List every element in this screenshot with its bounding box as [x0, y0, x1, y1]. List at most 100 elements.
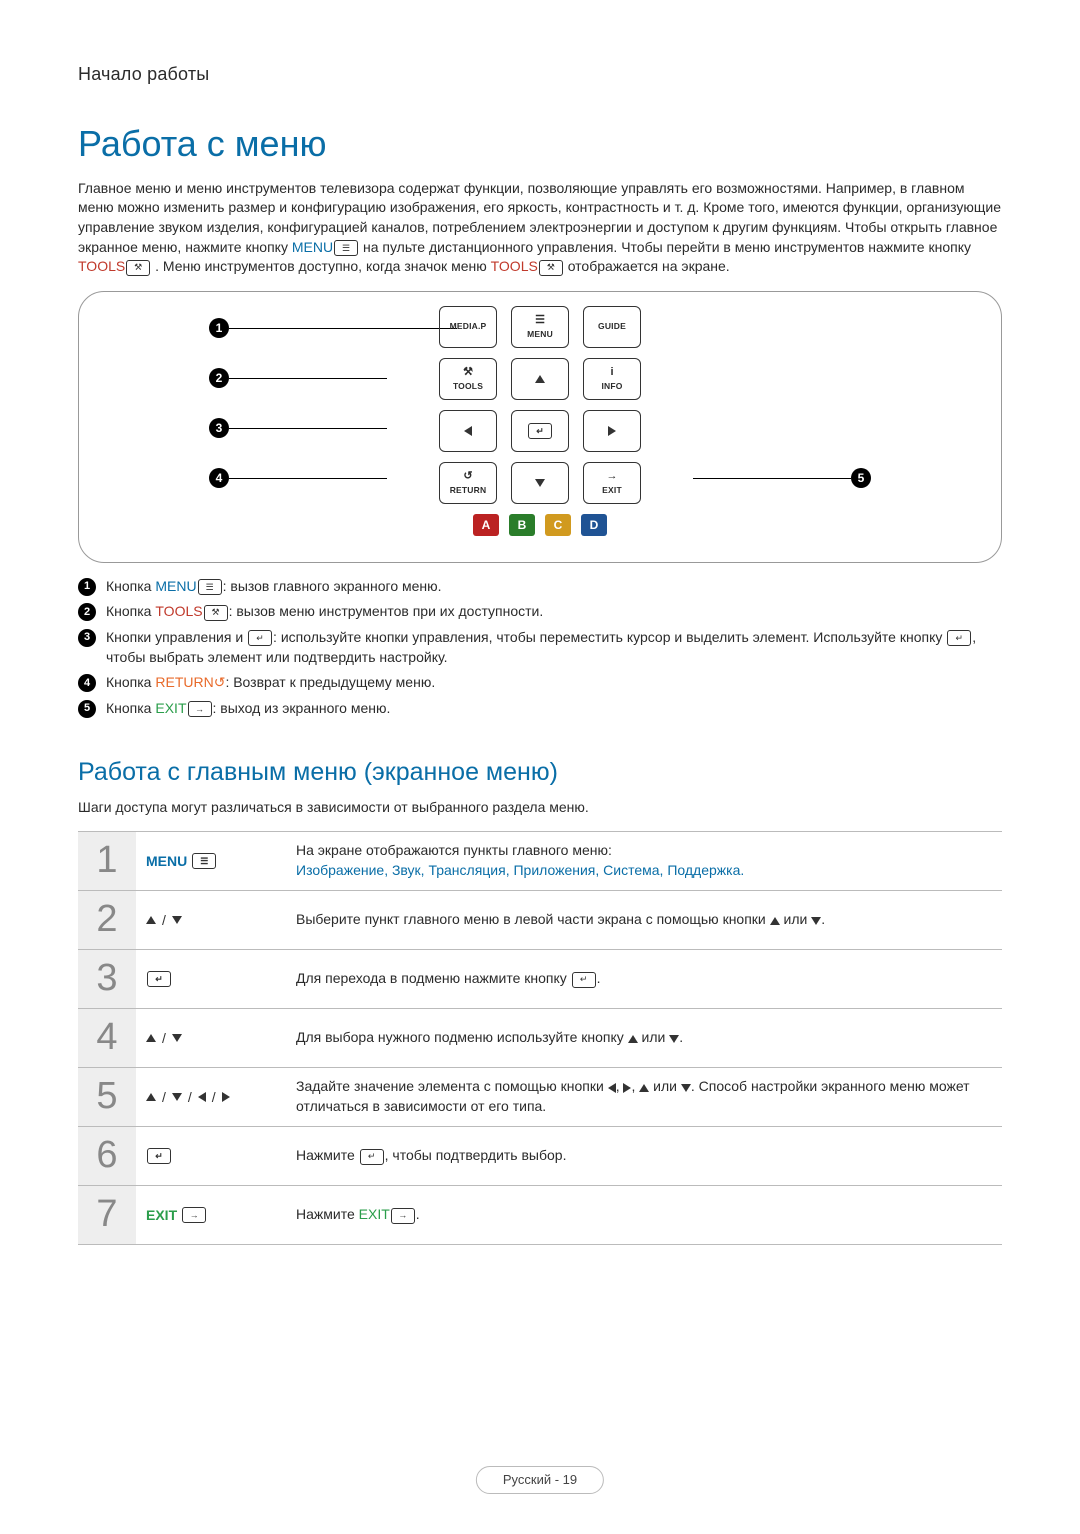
- step-number: 5: [78, 1068, 136, 1126]
- remote-left-button: [439, 410, 497, 452]
- section-header: Начало работы: [78, 62, 1002, 86]
- up-arrow-icon: [146, 1034, 156, 1042]
- legend-item: 2 Кнопка TOOLS⚒: вызов меню инструментов …: [78, 602, 1002, 622]
- legend-text: Кнопка RETURN↺: Возврат к предыдущему ме…: [106, 673, 1002, 693]
- step-number: 1: [78, 832, 136, 890]
- menu-icon: ☰: [192, 853, 216, 869]
- left-arrow-icon: [198, 1092, 206, 1102]
- step-key: EXIT→: [136, 1186, 296, 1244]
- legend-text: Кнопка MENU☰: вызов главного экранного м…: [106, 577, 1002, 597]
- enter-icon: ↵: [528, 423, 552, 439]
- marker-line: [693, 478, 851, 479]
- tools-icon: ⚒: [126, 260, 150, 276]
- step-number: 2: [78, 891, 136, 949]
- color-b-button: B: [509, 514, 535, 536]
- enter-icon: ↵: [147, 971, 171, 987]
- color-a-button: A: [473, 514, 499, 536]
- step-key: ↵: [136, 1127, 296, 1185]
- legend-text: Кнопка TOOLS⚒: вызов меню инструментов п…: [106, 602, 1002, 622]
- exit-icon: →: [182, 1207, 206, 1223]
- legend-number: 4: [78, 674, 96, 692]
- marker-line: [229, 428, 387, 429]
- step-desc: На экране отображаются пункты главного м…: [296, 832, 1002, 890]
- remote-right-button: [583, 410, 641, 452]
- step-desc: Выберите пункт главного меню в левой час…: [296, 891, 1002, 949]
- remote-exit-button: →EXIT: [583, 462, 641, 504]
- up-arrow-icon: [146, 916, 156, 924]
- remote-tools-button: ⚒TOOLS: [439, 358, 497, 400]
- intro-text-d: отображается на экране.: [568, 258, 730, 274]
- step-desc: Нажмите ↵, чтобы подтвердить выбор.: [296, 1127, 1002, 1185]
- step-number: 6: [78, 1127, 136, 1185]
- legend-item: 1 Кнопка MENU☰: вызов главного экранного …: [78, 577, 1002, 597]
- intro-text-b: на пульте дистанционного управления. Что…: [363, 239, 971, 255]
- legend-number: 2: [78, 603, 96, 621]
- color-c-button: C: [545, 514, 571, 536]
- step-key: ///: [136, 1068, 296, 1126]
- step-desc: Для выбора нужного подменю используйте к…: [296, 1009, 1002, 1067]
- page-title: Работа с меню: [78, 120, 1002, 169]
- remote-guide-button: GUIDE: [583, 306, 641, 348]
- legend-text: Кнопка EXIT→: выход из экранного меню.: [106, 699, 1002, 719]
- remote-return-button: ↺RETURN: [439, 462, 497, 504]
- page-footer: Русский - 19: [476, 1466, 604, 1494]
- inline-tools-word-2: TOOLS⚒: [491, 258, 564, 274]
- step-row: 3 ↵ Для перехода в подменю нажмите кнопку …: [78, 950, 1002, 1009]
- step-key: MENU☰: [136, 832, 296, 890]
- marker-5: 5: [851, 468, 871, 488]
- legend-item: 5 Кнопка EXIT→: выход из экранного меню.: [78, 699, 1002, 719]
- enter-icon: ↵: [147, 1148, 171, 1164]
- step-row: 7EXIT→Нажмите EXIT→.: [78, 1186, 1002, 1245]
- marker-line: [229, 478, 387, 479]
- remote-menu-button: ☰MENU: [511, 306, 569, 348]
- right-arrow-icon: [222, 1092, 230, 1102]
- intro-text-c: . Меню инструментов доступно, когда знач…: [155, 258, 491, 274]
- right-arrow-icon: [608, 426, 616, 436]
- intro-paragraph: Главное меню и меню инструментов телевиз…: [78, 179, 1002, 277]
- inline-tools-word: TOOLS⚒: [78, 258, 151, 274]
- subsection-desc: Шаги доступа могут различаться в зависим…: [78, 798, 1002, 817]
- step-key: /: [136, 891, 296, 949]
- step-desc: Для перехода в подменю нажмите кнопку ↵.: [296, 950, 1002, 1008]
- legend-number: 5: [78, 700, 96, 718]
- down-arrow-icon: [172, 1093, 182, 1101]
- marker-2: 2: [209, 368, 229, 388]
- marker-4: 4: [209, 468, 229, 488]
- legend-item: 4 Кнопка RETURN↺: Возврат к предыдущему м…: [78, 673, 1002, 693]
- up-arrow-icon: [146, 1093, 156, 1101]
- step-row: 4/Для выбора нужного подменю используйте…: [78, 1009, 1002, 1068]
- legend-list: 1 Кнопка MENU☰: вызов главного экранного …: [78, 577, 1002, 719]
- remote-up-button: [511, 358, 569, 400]
- step-number: 3: [78, 950, 136, 1008]
- step-row: 1MENU☰На экране отображаются пункты глав…: [78, 832, 1002, 891]
- marker-3: 3: [209, 418, 229, 438]
- remote-down-button: [511, 462, 569, 504]
- step-desc: Задайте значение элемента с помощью кноп…: [296, 1068, 1002, 1126]
- steps-table: 1MENU☰На экране отображаются пункты глав…: [78, 831, 1002, 1245]
- tools-icon: ⚒: [539, 260, 563, 276]
- color-d-button: D: [581, 514, 607, 536]
- inline-menu-word: MENU☰: [292, 239, 359, 255]
- marker-line: [229, 328, 457, 329]
- step-row: 6 ↵ Нажмите ↵, чтобы подтвердить выбор.: [78, 1127, 1002, 1186]
- up-arrow-icon: [535, 375, 545, 383]
- legend-item: 3 Кнопки управления и ↵: используйте кноп…: [78, 628, 1002, 667]
- step-desc: Нажмите EXIT→.: [296, 1186, 1002, 1244]
- marker-line: [229, 378, 387, 379]
- remote-enter-button: ↵: [511, 410, 569, 452]
- step-key: ↵: [136, 950, 296, 1008]
- menu-icon: ☰: [334, 240, 358, 256]
- remote-info-button: iINFO: [583, 358, 641, 400]
- down-arrow-icon: [172, 916, 182, 924]
- step-row: 5///Задайте значение элемента с помощью …: [78, 1068, 1002, 1127]
- step-number: 7: [78, 1186, 136, 1244]
- left-arrow-icon: [464, 426, 472, 436]
- remote-mediap-button: MEDIA.P: [439, 306, 497, 348]
- down-arrow-icon: [535, 479, 545, 487]
- subsection-title: Работа с главным меню (экранное меню): [78, 756, 1002, 790]
- legend-number: 3: [78, 629, 96, 647]
- step-number: 4: [78, 1009, 136, 1067]
- step-row: 2/Выберите пункт главного меню в левой ч…: [78, 891, 1002, 950]
- legend-number: 1: [78, 578, 96, 596]
- legend-text: Кнопки управления и ↵: используйте кнопк…: [106, 628, 1002, 667]
